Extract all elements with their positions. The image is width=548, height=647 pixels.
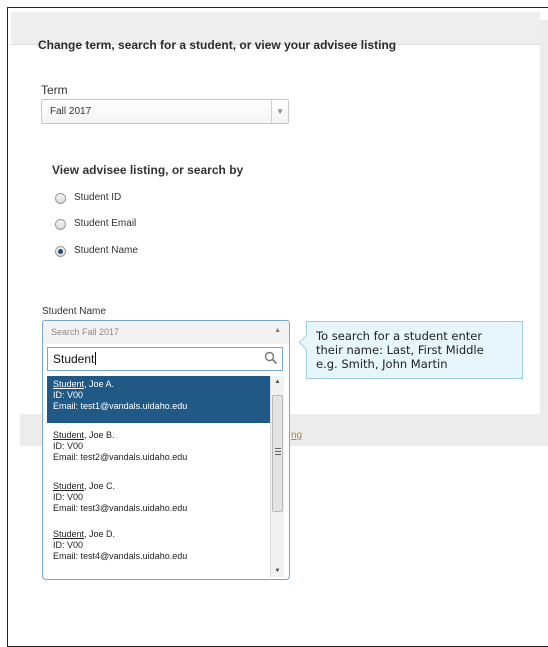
panel-title: Change term, search for a student, or vi…	[38, 38, 397, 52]
tooltip-line: To search for a student enter	[316, 329, 483, 343]
search-icon	[264, 351, 278, 370]
result-name-rest: , Joe D.	[84, 529, 116, 539]
text-cursor	[95, 352, 97, 365]
result-email: Email: test2@vandals.uidaho.edu	[53, 452, 188, 462]
chevron-up-icon: ▲	[274, 327, 281, 334]
search-help-tooltip: To search for a student enter their name…	[298, 321, 523, 379]
tooltip-line: e.g. Smith, John Martin	[316, 357, 448, 371]
result-name-rest: , Joe C.	[84, 481, 116, 491]
student-name-label: Student Name	[42, 306, 106, 317]
scrollbar-thumb[interactable]	[272, 395, 283, 512]
student-results-dropdown: Student Student, Joe A. ID: V00 Email: t…	[42, 344, 290, 580]
radio-button[interactable]	[55, 219, 66, 230]
obscured-link[interactable]: ng	[291, 430, 302, 441]
result-item[interactable]: Student, Joe D. ID: V00 Email: test4@van…	[47, 526, 270, 573]
radio-label: Student Name	[74, 245, 138, 256]
results-list: Student, Joe A. ID: V00 Email: test1@van…	[47, 376, 270, 576]
result-name-rest: , Joe B.	[84, 430, 115, 440]
student-search-combobox[interactable]: Search Fall 2017 ▲	[42, 320, 290, 344]
result-email: Email: test1@vandals.uidaho.edu	[53, 401, 188, 411]
result-item[interactable]: Student, Joe A. ID: V00 Email: test1@van…	[47, 376, 270, 423]
student-search-input[interactable]: Student	[47, 347, 283, 371]
result-email: Email: test3@vandals.uidaho.edu	[53, 503, 188, 513]
chevron-down-icon: ▼	[276, 107, 284, 116]
result-name-match: Student	[53, 529, 85, 539]
result-email: Email: test4@vandals.uidaho.edu	[53, 551, 188, 561]
scroll-down-arrow-icon[interactable]: ▼	[271, 565, 284, 577]
result-id: ID: V00	[53, 492, 84, 502]
radio-label: Student ID	[74, 192, 122, 203]
radio-button[interactable]	[55, 193, 66, 204]
view-options-title: View advisee listing, or search by	[52, 163, 244, 177]
result-id: ID: V00	[53, 441, 84, 451]
result-id: ID: V00	[53, 540, 84, 550]
result-item[interactable]: Student, Joe B. ID: V00 Email: test2@van…	[47, 427, 270, 474]
result-id: ID: V00	[53, 390, 84, 400]
result-name-match: Student	[53, 430, 85, 440]
search-input-value: Student	[53, 352, 95, 366]
results-scrollbar[interactable]: ▲ ▼	[270, 376, 284, 577]
term-select[interactable]: Fall 2017 ▼	[41, 99, 289, 124]
select-divider	[271, 100, 272, 123]
result-name-match: Student	[53, 481, 85, 491]
grip-icon	[275, 448, 281, 455]
combobox-placeholder: Search Fall 2017	[51, 327, 120, 337]
result-item[interactable]: Student, Joe C. ID: V00 Email: test3@van…	[47, 478, 270, 525]
term-select-value: Fall 2017	[50, 106, 92, 117]
radio-label: Student Email	[74, 218, 137, 229]
result-name-match: Student	[53, 379, 85, 389]
scroll-up-arrow-icon[interactable]: ▲	[271, 376, 284, 388]
tooltip-line: their name: Last, First Middle	[316, 343, 484, 357]
radio-button-selected[interactable]	[55, 246, 66, 257]
result-name-rest: , Joe A.	[84, 379, 115, 389]
term-label: Term	[41, 83, 68, 97]
